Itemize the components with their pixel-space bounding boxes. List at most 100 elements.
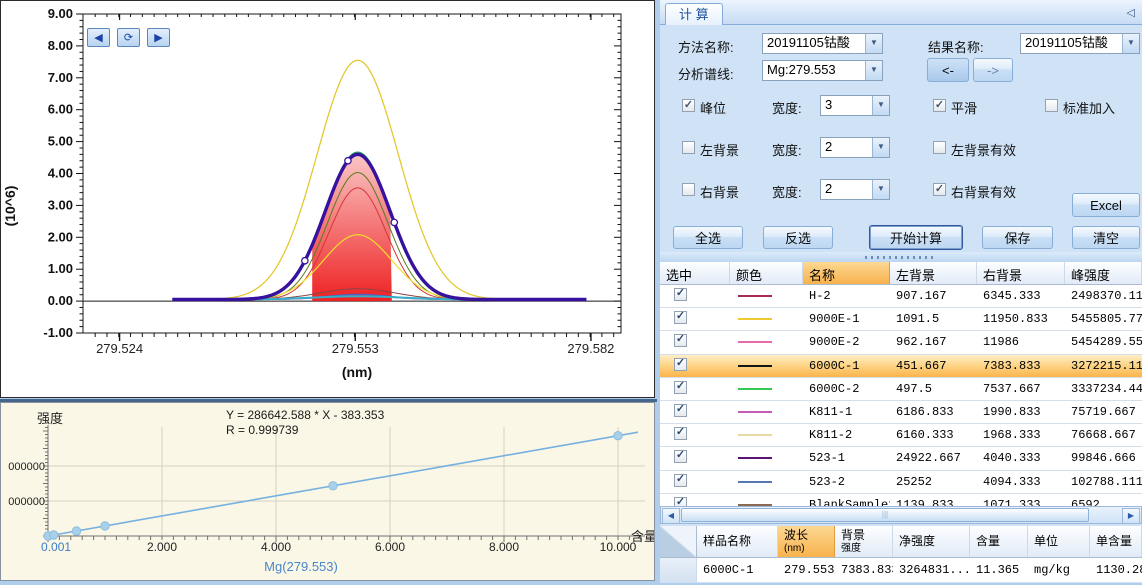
table-row[interactable]: ✓6000C-1451.6677383.8333272215.111 bbox=[660, 355, 1142, 378]
scrollbar-thumb[interactable]: ||| bbox=[681, 508, 1089, 522]
results-table: 选中颜色名称左背景右背景峰强度✓H-2907.1676345.333249837… bbox=[660, 262, 1142, 506]
column-header[interactable]: 含量 bbox=[970, 526, 1028, 557]
row-checkbox[interactable]: ✓ bbox=[674, 497, 687, 506]
calibration-point[interactable] bbox=[50, 531, 58, 539]
peak-intensity-cell: 3337234.444 bbox=[1065, 378, 1142, 400]
width-label: 宽度: bbox=[772, 140, 802, 159]
refresh-button[interactable]: ⟳ bbox=[117, 28, 140, 47]
left-bg-valid-checkbox[interactable] bbox=[933, 141, 946, 154]
table-row[interactable]: ✓K811-16186.8331990.83375719.667 bbox=[660, 401, 1142, 424]
left-background-checkbox[interactable] bbox=[682, 141, 695, 154]
next-result-button[interactable]: -> bbox=[973, 58, 1013, 82]
table-row[interactable]: 6000C-1279.5537383.8333264831...11.365mg… bbox=[660, 558, 1142, 582]
row-checkbox[interactable]: ✓ bbox=[674, 474, 687, 487]
column-header[interactable]: 名称 bbox=[803, 262, 890, 284]
chevron-down-icon[interactable]: ▼ bbox=[865, 61, 882, 80]
row-checkbox[interactable]: ✓ bbox=[674, 450, 687, 463]
svg-text:4.000: 4.000 bbox=[261, 540, 291, 554]
sample-name-cell: 9000E-2 bbox=[803, 331, 890, 353]
spectrum-nav-toolbar: ◀ ⟳ ▶ bbox=[87, 28, 170, 47]
prev-line-button[interactable]: ◀ bbox=[87, 28, 110, 47]
table-row[interactable]: ✓9000E-11091.511950.8335455805.778 bbox=[660, 308, 1142, 331]
chevron-down-icon[interactable]: ▼ bbox=[872, 180, 889, 199]
row-checkbox[interactable]: ✓ bbox=[674, 404, 687, 417]
collapse-panel-icon[interactable]: ◁ bbox=[1127, 6, 1135, 19]
scroll-right-icon[interactable]: ▶ bbox=[1122, 508, 1140, 524]
left-bg-width-value: 2 bbox=[821, 138, 872, 157]
method-name-combo[interactable]: 20191105钴酸 ▼ bbox=[762, 33, 883, 54]
next-line-button[interactable]: ▶ bbox=[147, 28, 170, 47]
row-checkbox[interactable]: ✓ bbox=[674, 288, 687, 301]
row-checkbox[interactable]: ✓ bbox=[674, 427, 687, 440]
left-bg-cell: 1091.5 bbox=[890, 308, 977, 330]
result-name-combo[interactable]: 20191105钴酸 ▼ bbox=[1020, 33, 1140, 54]
column-header[interactable]: 样品名称 bbox=[697, 526, 778, 557]
column-header[interactable]: 颜色 bbox=[730, 262, 803, 284]
sample-name-cell: 523-2 bbox=[803, 471, 890, 493]
table-row[interactable]: ✓523-124922.6674040.33399846.666 bbox=[660, 447, 1142, 470]
table-row[interactable]: ✓523-2252524094.333102788.111 bbox=[660, 471, 1142, 494]
right-bg-cell: 6345.333 bbox=[977, 285, 1065, 307]
right-bg-valid-checkbox[interactable]: ✓ bbox=[933, 183, 946, 196]
table-row[interactable]: ✓6000C-2497.57537.6673337234.444 bbox=[660, 378, 1142, 401]
column-header[interactable]: 峰强度 bbox=[1065, 262, 1142, 284]
row-header-cell[interactable] bbox=[660, 558, 697, 582]
right-arrow-icon: ▶ bbox=[154, 31, 162, 44]
right-bg-cell: 4040.333 bbox=[977, 447, 1065, 469]
scroll-left-icon[interactable]: ◀ bbox=[662, 508, 680, 524]
smooth-checkbox[interactable]: ✓ bbox=[933, 99, 946, 112]
spectrum-chart[interactable]: -1.000.001.002.003.004.005.006.007.008.0… bbox=[1, 1, 654, 397]
tab-calculate[interactable]: 计 算 bbox=[665, 3, 723, 25]
analysis-line-combo[interactable]: Mg:279.553 ▼ bbox=[762, 60, 883, 81]
excel-export-button[interactable]: Excel bbox=[1072, 193, 1140, 217]
curve-marker[interactable] bbox=[391, 219, 397, 225]
column-header[interactable]: 单含量 bbox=[1090, 526, 1142, 557]
row-checkbox[interactable]: ✓ bbox=[674, 381, 687, 394]
curve-marker[interactable] bbox=[302, 258, 308, 264]
peak-position-checkbox[interactable]: ✓ bbox=[682, 99, 695, 112]
sample-name-cell: K811-1 bbox=[803, 401, 890, 423]
calibration-point[interactable] bbox=[329, 482, 337, 490]
table-row[interactable]: ✓BlankSample11139.8331071.3336592 bbox=[660, 494, 1142, 506]
column-header[interactable]: 净强度 bbox=[893, 526, 970, 557]
row-checkbox[interactable]: ✓ bbox=[674, 358, 687, 371]
sample-name-cell: H-2 bbox=[803, 285, 890, 307]
standard-addition-checkbox[interactable] bbox=[1045, 99, 1058, 112]
chevron-down-icon[interactable]: ▼ bbox=[1122, 34, 1139, 53]
calibration-point[interactable] bbox=[614, 431, 622, 439]
chevron-down-icon[interactable]: ▼ bbox=[872, 96, 889, 115]
series-color-swatch bbox=[738, 411, 772, 413]
column-header[interactable]: 波长(nm) bbox=[778, 526, 835, 557]
select-all-button[interactable]: 全选 bbox=[673, 226, 743, 249]
right-background-checkbox[interactable] bbox=[682, 183, 695, 196]
prev-result-button[interactable]: <- bbox=[927, 58, 969, 82]
row-checkbox[interactable]: ✓ bbox=[674, 334, 687, 347]
left-bg-cell: 451.667 bbox=[890, 355, 977, 377]
table-row[interactable]: ✓K811-26160.3331968.33376668.667 bbox=[660, 424, 1142, 447]
chevron-down-icon[interactable]: ▼ bbox=[865, 34, 882, 53]
panel-splitter[interactable] bbox=[660, 252, 1142, 262]
curve-marker[interactable] bbox=[345, 158, 351, 164]
clear-button[interactable]: 清空 bbox=[1072, 226, 1140, 249]
table-row[interactable]: ✓9000E-2962.167119865454289.556 bbox=[660, 331, 1142, 354]
left-bg-width-combo[interactable]: 2 ▼ bbox=[820, 137, 890, 158]
start-calculation-button[interactable]: 开始计算 bbox=[869, 225, 963, 250]
invert-selection-button[interactable]: 反选 bbox=[763, 226, 833, 249]
calibration-point[interactable] bbox=[101, 522, 109, 530]
column-header[interactable]: 背景强度 bbox=[835, 526, 893, 557]
horizontal-scrollbar[interactable]: ◀ ||| ▶ bbox=[660, 506, 1142, 524]
left-bg-cell: 24922.667 bbox=[890, 447, 977, 469]
column-header[interactable]: 单位 bbox=[1028, 526, 1090, 557]
save-button[interactable]: 保存 bbox=[982, 226, 1053, 249]
column-header[interactable]: 右背景 bbox=[977, 262, 1065, 284]
peak-width-combo[interactable]: 3 ▼ bbox=[820, 95, 890, 116]
column-header[interactable]: 左背景 bbox=[890, 262, 977, 284]
right-bg-width-combo[interactable]: 2 ▼ bbox=[820, 179, 890, 200]
calibration-point[interactable] bbox=[72, 527, 80, 535]
chevron-down-icon[interactable]: ▼ bbox=[872, 138, 889, 157]
column-header[interactable]: 选中 bbox=[660, 262, 730, 284]
regression-line bbox=[48, 432, 638, 536]
row-checkbox[interactable]: ✓ bbox=[674, 311, 687, 324]
table-row[interactable]: ✓H-2907.1676345.3332498370.111 bbox=[660, 285, 1142, 308]
grid-corner-cell[interactable] bbox=[660, 526, 697, 557]
